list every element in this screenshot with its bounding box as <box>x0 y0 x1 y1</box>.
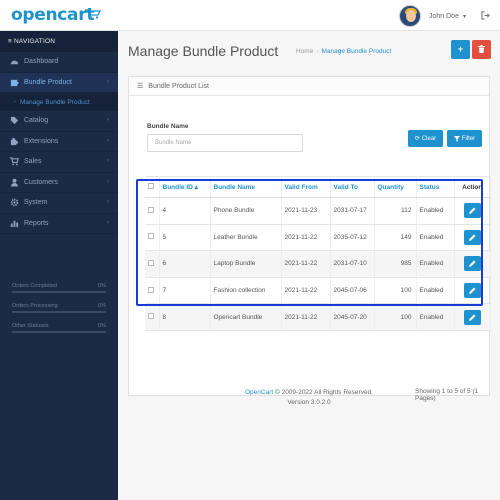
table-row: 8 Opencart Bundle 2021-11-22 2045-07-20 … <box>145 303 491 331</box>
chevron-right-icon: › <box>107 199 109 205</box>
stat-value: 0% <box>98 303 106 309</box>
sidebar-item-customers[interactable]: Customers › <box>0 173 118 193</box>
dash-icon: - <box>14 99 16 105</box>
cog-icon <box>10 198 19 207</box>
breadcrumb-current[interactable]: Manage Bundle Product <box>322 48 392 55</box>
clear-button[interactable]: ⟳ Clear <box>408 130 443 147</box>
stat-label: Orders Processing <box>12 303 58 309</box>
sidebar-item-catalog[interactable]: Catalog › <box>0 111 118 132</box>
chevron-right-icon: › <box>107 117 109 123</box>
breadcrumb: Home › Manage Bundle Product <box>296 48 391 55</box>
cell-valid-from: 2021-11-22 <box>281 303 331 331</box>
logo-cart-icon <box>85 9 101 19</box>
footer-copyright: © 2009-2022 All Rights Reserved. <box>273 389 373 396</box>
navigation-heading: ≡ NAVIGATION <box>0 31 118 52</box>
sidebar-item-sales[interactable]: Sales › <box>0 152 118 173</box>
footer-brand-link[interactable]: OpenCart <box>245 389 273 396</box>
sidebar-item-system[interactable]: System › <box>0 193 118 214</box>
avatar <box>399 5 421 27</box>
row-select-cell <box>145 303 160 331</box>
tag-icon <box>10 117 19 125</box>
stat-value: 0% <box>98 323 106 329</box>
selection-highlight-box <box>136 179 483 306</box>
order-stats: Orders Completed 0% Orders Processing 0% O… <box>12 283 106 343</box>
bundle-name-input[interactable]: Bundle Name <box>147 134 303 152</box>
sidebar-item-label: Dashboard <box>24 58 59 66</box>
chevron-right-icon: › <box>107 219 109 226</box>
stat-label: Other Statuses <box>12 323 49 329</box>
logout-icon[interactable] <box>481 11 490 20</box>
sidebar-item-label: System <box>24 199 48 207</box>
filter-button[interactable]: Filter <box>447 130 482 147</box>
sidebar-item-label: Customers <box>24 178 58 186</box>
sidebar-subitem-label: Manage Bundle Product <box>20 98 90 106</box>
footer: OpenCart © 2009-2022 All Rights Reserved… <box>118 388 500 408</box>
panel-heading: ☰ Bundle Product List <box>129 77 489 96</box>
chevron-right-icon: › <box>107 137 109 144</box>
stat-orders-processing: Orders Processing 0% <box>12 303 106 313</box>
user-icon <box>10 178 19 187</box>
top-header: opencart John Doe ▾ <box>0 0 500 31</box>
sidebar-subitem-manage-bundle-product[interactable]: - Manage Bundle Product <box>0 93 118 111</box>
delete-button[interactable] <box>472 40 491 59</box>
sidebar: ≡ NAVIGATION Dashboard Bundle Product › … <box>0 31 118 500</box>
clear-label: Clear <box>421 135 437 142</box>
stat-progress-bar <box>12 311 106 313</box>
sidebar-item-label: Extensions <box>24 137 59 145</box>
refresh-icon: ⟳ <box>414 136 420 142</box>
sidebar-item-label: Reports <box>24 219 49 227</box>
bar-chart-icon <box>10 220 19 227</box>
user-menu[interactable]: John Doe ▾ <box>399 4 466 28</box>
filter-label: Bundle Name <box>147 123 189 130</box>
stat-progress-bar <box>12 291 106 293</box>
breadcrumb-separator: › <box>316 48 319 55</box>
stat-other-statuses: Other Statuses 0% <box>12 323 106 333</box>
sidebar-item-label: Sales <box>24 158 42 166</box>
edit-button[interactable] <box>463 309 481 325</box>
sidebar-item-label: Bundle Product <box>24 78 72 86</box>
sidebar-item-extensions[interactable]: Extensions › <box>0 132 118 152</box>
cell-status: Enabled <box>416 303 455 331</box>
footer-copyright-line: OpenCart © 2009-2022 All Rights Reserved… <box>118 388 500 398</box>
footer-version: Version 3.0.2.0 <box>287 399 331 406</box>
cell-bundle-id: 8 <box>159 303 211 331</box>
sidebar-item-label: Catalog <box>24 117 49 125</box>
cell-bundle-name: Opencart Bundle <box>210 303 282 331</box>
cell-quantity: 100 <box>374 303 417 331</box>
sidebar-item-reports[interactable]: Reports › <box>0 214 118 234</box>
row-checkbox[interactable] <box>148 313 154 320</box>
puzzle-piece-icon <box>10 137 19 145</box>
user-name: John Doe <box>429 12 459 20</box>
opencart-logo[interactable]: opencart <box>11 5 94 25</box>
chevron-down-icon: ▾ <box>462 13 466 20</box>
filter-label-text: Filter <box>461 135 476 142</box>
breadcrumb-home[interactable]: Home <box>296 48 313 55</box>
sidebar-item-dashboard[interactable]: Dashboard <box>0 52 118 73</box>
stat-label: Orders Completed <box>12 283 57 289</box>
filter-icon <box>453 135 460 142</box>
cart-icon <box>10 157 19 166</box>
dashboard-icon <box>10 60 19 65</box>
chevron-right-icon: › <box>107 158 109 164</box>
trash-icon <box>478 45 485 53</box>
stat-value: 0% <box>98 283 106 289</box>
puzzle-icon <box>10 79 19 86</box>
stat-progress-bar <box>12 331 106 333</box>
cell-action <box>454 303 491 331</box>
add-button[interactable]: + <box>451 40 470 59</box>
chevron-right-icon: › <box>107 78 109 85</box>
stat-orders-completed: Orders Completed 0% <box>12 283 106 293</box>
cell-valid-to: 2045-07-20 <box>330 303 375 331</box>
chevron-right-icon: › <box>107 178 109 185</box>
panel-title: Bundle Product List <box>148 82 209 90</box>
list-icon: ☰ <box>137 83 144 90</box>
pencil-icon <box>468 314 476 321</box>
page-title: Manage Bundle Product <box>128 43 279 59</box>
sidebar-item-bundle-product[interactable]: Bundle Product › <box>0 72 118 93</box>
